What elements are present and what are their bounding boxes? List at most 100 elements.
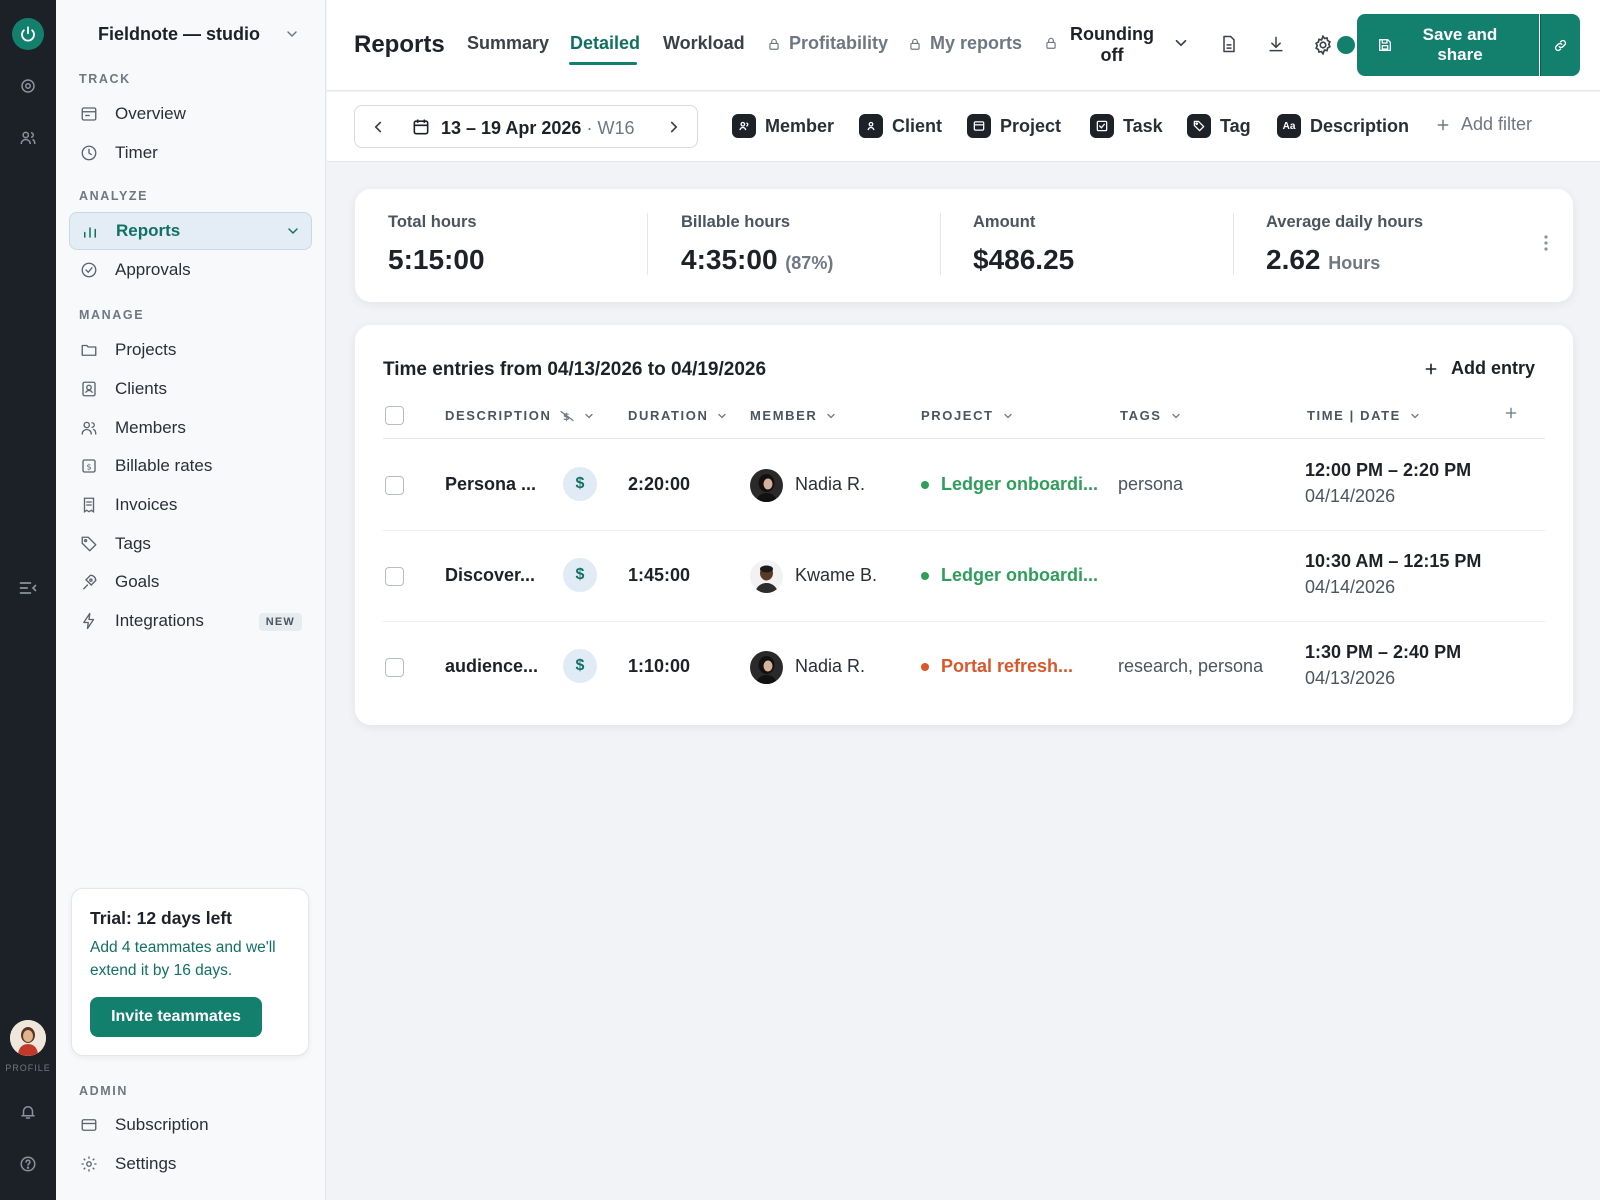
member-avatar [750, 651, 783, 684]
document-icon[interactable] [1219, 34, 1239, 54]
sidebar-item-settings[interactable]: Settings [69, 1145, 312, 1183]
sidebar-item-overview[interactable]: Overview [69, 95, 312, 133]
chevron-left-icon[interactable] [369, 118, 387, 136]
chevron-down-icon[interactable] [284, 26, 300, 42]
row-checkbox[interactable] [385, 567, 404, 586]
save-label-line2: share [1437, 45, 1483, 64]
sidebar-item-goals[interactable]: Goals [69, 563, 312, 601]
add-entry-button[interactable]: Add entry [1423, 358, 1535, 379]
entry-time[interactable]: 10:30 AM – 12:15 PM [1305, 551, 1481, 572]
sidebar-item-invoices[interactable]: Invoices [69, 486, 312, 524]
section-admin: ADMIN [79, 1084, 128, 1098]
entry-description[interactable]: Persona ... [445, 474, 536, 495]
column-member[interactable]: MEMBER [750, 408, 837, 423]
entry-tags[interactable]: research, persona [1118, 656, 1263, 677]
entry-date[interactable]: 04/14/2026 [1305, 486, 1395, 507]
project-color-dot [921, 480, 929, 489]
sidebar-item-approvals[interactable]: Approvals [69, 251, 312, 289]
chevron-down-icon[interactable] [1172, 34, 1190, 52]
entry-date[interactable]: 04/13/2026 [1305, 668, 1395, 689]
entry-duration[interactable]: 2:20:00 [628, 474, 690, 495]
chevron-down-icon [718, 413, 727, 418]
sidebar-item-tags[interactable]: Tags [69, 525, 312, 563]
rounding-dropdown[interactable]: Rounding off [1067, 24, 1157, 66]
entry-duration[interactable]: 1:45:00 [628, 565, 690, 586]
entry-time[interactable]: 1:30 PM – 2:40 PM [1305, 642, 1461, 663]
column-tags[interactable]: TAGS [1120, 408, 1182, 423]
sidebar-item-projects[interactable]: Projects [69, 331, 312, 369]
sidebar-item-reports[interactable]: Reports [69, 212, 312, 250]
entry-description[interactable]: audience... [445, 656, 538, 677]
profile-avatar[interactable] [10, 1020, 46, 1056]
sidebar-item-members[interactable]: Members [69, 409, 312, 447]
column-description[interactable]: DESCRIPTION $ [445, 408, 595, 423]
entry-project[interactable]: Ledger onboardi... [921, 565, 1098, 586]
gear-icon[interactable] [1312, 34, 1334, 56]
project-name: Ledger onboardi... [941, 474, 1099, 494]
invite-teammates-button[interactable]: Invite teammates [90, 997, 262, 1037]
copy-link-button[interactable] [1540, 14, 1580, 76]
tab-profitability[interactable]: Profitability [767, 33, 888, 54]
billable-icon[interactable]: $ [563, 467, 597, 501]
sidebar-item-subscription[interactable]: Subscription [69, 1106, 312, 1144]
entry-project[interactable]: Ledger onboardi... [921, 474, 1098, 495]
table-row[interactable]: Discover... $ 1:45:00 Kwame B. Ledger on… [383, 531, 1545, 622]
add-filter-button[interactable]: Add filter [1435, 114, 1532, 135]
power-icon[interactable] [12, 18, 44, 50]
trial-title: Trial: 12 days left [90, 908, 233, 928]
filter-task[interactable]: Task [1090, 114, 1163, 138]
trial-body: Add 4 teammates and we'll extend it by 1… [90, 939, 276, 979]
sidebar: Fieldnote — studio TRACK Overview Timer … [56, 0, 326, 1200]
tab-my-reports[interactable]: My reports [908, 33, 1022, 54]
billable-icon[interactable]: $ [563, 649, 597, 683]
filter-project[interactable]: Project [967, 114, 1061, 138]
sidebar-item-clients[interactable]: Clients [69, 370, 312, 408]
date-range-picker[interactable]: 13 – 19 Apr 2026 · W16 [354, 105, 698, 148]
table-row[interactable]: Persona ... $ 2:20:00 Nadia R. Ledger on… [383, 440, 1545, 531]
lightning-icon [79, 611, 99, 631]
sidebar-item-integrations[interactable]: Integrations NEW [69, 602, 312, 640]
tab-summary[interactable]: Summary [467, 33, 549, 54]
tab-label: Profitability [789, 33, 889, 53]
column-label: DESCRIPTION [445, 408, 552, 423]
entry-project[interactable]: Portal refresh... [921, 656, 1073, 677]
table-row[interactable]: audience... $ 1:10:00 Nadia R. Portal re… [383, 622, 1545, 713]
billable-icon[interactable]: $ [563, 558, 597, 592]
add-column-icon[interactable] [1495, 405, 1519, 421]
tab-label: My reports [930, 33, 1023, 53]
workspace-name[interactable]: Fieldnote — studio [98, 24, 260, 45]
entry-tags[interactable]: persona [1118, 474, 1183, 495]
column-time-date[interactable]: TIME | DATE [1307, 408, 1421, 423]
select-all-checkbox[interactable] [385, 406, 404, 425]
column-duration[interactable]: DURATION [628, 408, 728, 423]
chevron-down-icon[interactable] [285, 223, 301, 239]
download-icon[interactable] [1266, 34, 1286, 54]
help-icon[interactable] [12, 1148, 44, 1180]
entry-description[interactable]: Discover... [445, 565, 535, 586]
column-project[interactable]: PROJECT [921, 408, 1014, 423]
goals-icon [79, 572, 99, 592]
entry-time[interactable]: 12:00 PM – 2:20 PM [1305, 460, 1471, 481]
filter-member[interactable]: Member [732, 114, 834, 138]
collapse-sidebar-icon[interactable] [12, 572, 44, 604]
target-icon[interactable] [12, 70, 44, 102]
entry-date[interactable]: 04/14/2026 [1305, 577, 1395, 598]
entry-duration[interactable]: 1:10:00 [628, 656, 690, 677]
summary-card: Total hours 5:15:00 Billable hours 4:35:… [355, 189, 1573, 302]
row-checkbox[interactable] [385, 658, 404, 677]
filter-description[interactable]: Aa Description [1277, 114, 1409, 138]
bell-icon[interactable] [12, 1096, 44, 1128]
more-options-icon[interactable] [1543, 234, 1549, 252]
save-and-share-button[interactable]: Save and share [1357, 14, 1539, 76]
chevron-right-icon[interactable] [665, 118, 683, 136]
sidebar-item-timer[interactable]: Timer [69, 134, 312, 172]
sidebar-item-billable-rates[interactable]: $ Billable rates [69, 447, 312, 485]
filter-tag[interactable]: Tag [1187, 114, 1251, 138]
tab-detailed[interactable]: Detailed [570, 33, 640, 54]
chevron-down-icon [585, 413, 594, 418]
team-icon[interactable] [12, 122, 44, 154]
tab-workload[interactable]: Workload [663, 33, 745, 54]
bar-chart-icon [80, 221, 100, 241]
row-checkbox[interactable] [385, 476, 404, 495]
filter-client[interactable]: Client [859, 114, 942, 138]
